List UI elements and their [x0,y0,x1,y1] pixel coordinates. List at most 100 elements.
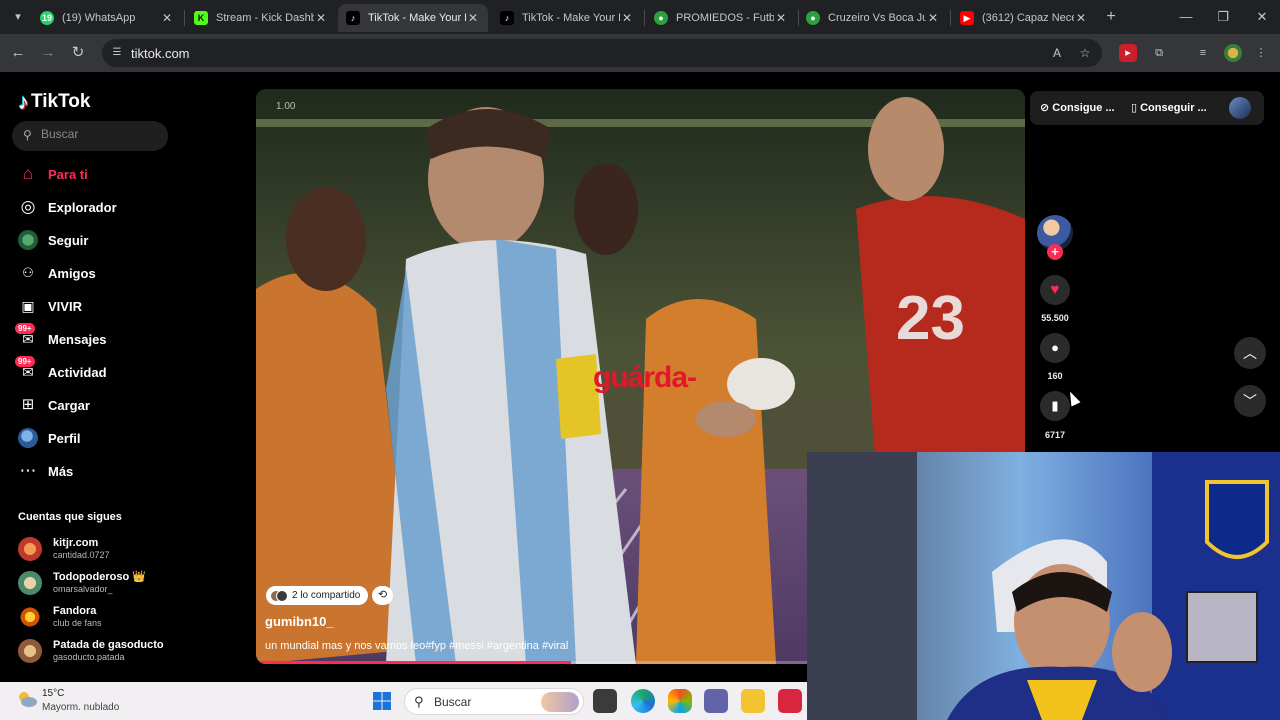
cloudy-weather-icon[interactable] [16,690,38,708]
nav-explorador[interactable]: ◎ Explorador [18,196,117,218]
minimize-icon[interactable]: — [1171,6,1201,28]
get-app-pill[interactable]: ▯ Conseguir ... [1131,101,1207,114]
search-box[interactable]: ⚲ [12,121,168,151]
compass-icon: ◎ [20,197,36,216]
tab-search-icon[interactable]: ▾ [6,6,30,28]
account-item[interactable]: Todopoderoso 👑 omarsalvador_ [18,568,146,598]
nav-perfil[interactable]: Perfil [18,427,81,449]
tiktok-logo[interactable]: ♪ TikTok [18,89,90,115]
nav-para-ti[interactable]: ⌂ Para ti [18,163,88,185]
close-window-icon[interactable]: ✕ [1247,6,1277,28]
nav-label: Perfil [48,430,81,446]
tab-cruzeiro-boca[interactable]: ● Cruzeiro Vs Boca Juniors ✕ [798,4,948,32]
repost-icon[interactable]: ⟲ [372,586,393,605]
copilot-icon[interactable] [668,689,692,713]
nav-label: VIVIR [48,298,82,314]
translate-icon[interactable]: A [1048,44,1066,62]
weather-description: Mayorm. nublado [42,702,120,713]
account-name: Fandora [53,605,97,617]
nav-cargar[interactable]: ⊞ Cargar [18,394,90,416]
get-coins-pill[interactable]: ⊘ Consigue ... [1040,101,1115,114]
nav-mensajes[interactable]: ✉ 99+ Mensajes [15,323,107,350]
nav-vivir[interactable]: ▣ VIVIR [18,295,82,317]
nav-amigos[interactable]: ⚇ Amigos [18,262,96,284]
forward-icon[interactable]: → [37,42,59,64]
account-handle: gasoducto.patada [53,652,125,662]
nav-seguir[interactable]: Seguir [18,229,88,251]
extension-red-icon[interactable]: ▸ [1119,44,1137,62]
teams-icon[interactable] [704,689,728,713]
search-input[interactable] [41,127,161,141]
restore-window-icon[interactable]: ❐ [1208,6,1238,28]
account-item[interactable]: Patada de gasoducto gasoducto.patada [18,636,164,666]
svg-text:23: 23 [896,284,965,353]
extensions-puzzle-icon[interactable]: ⧉ [1150,44,1168,62]
windows-start-icon[interactable] [370,689,394,713]
profile-avatar-icon[interactable] [1224,44,1242,62]
profile-avatar-icon [18,428,38,448]
like-count: 55.500 [1041,313,1069,323]
nav-label: Seguir [48,232,89,248]
video-time-label: 1.00 [276,101,296,112]
close-tab-icon[interactable]: ✕ [620,11,634,25]
search-highlight-icon [541,692,579,712]
close-tab-icon[interactable]: ✕ [466,11,480,25]
nav-actividad[interactable]: ✉ 99+ Actividad [15,356,107,383]
back-icon[interactable]: ← [7,42,29,64]
account-item[interactable]: Fandora club de fans [18,602,102,632]
taskbar-search-box[interactable]: ⚲ Buscar [404,688,584,715]
close-tab-icon[interactable]: ✕ [160,11,174,25]
media-controls-icon[interactable]: ≡ [1194,44,1212,62]
close-tab-icon[interactable]: ✕ [774,11,788,25]
tab-promiedos[interactable]: ● PROMIEDOS - Futbol ✕ [646,4,796,32]
close-tab-icon[interactable]: ✕ [1074,11,1088,25]
comment-icon[interactable]: ● [1040,333,1070,363]
pill-label: Conseguir ... [1140,102,1207,114]
nav-mas[interactable]: ⋯ Más [18,460,74,482]
menu-kebab-icon[interactable]: ⋮ [1252,44,1270,62]
previous-video-chevron-up-icon[interactable]: ︿ [1234,337,1266,369]
soccer-ball-icon: ● [806,11,820,25]
nav-label: Amigos [48,265,96,281]
account-item[interactable]: kitjr.com cantidad.0727 [18,534,110,564]
browser-toolbar: ← → ↻ ☰ tiktok.com A ☆ ▸ ⧉ ≡ ⋮ [0,34,1280,72]
taskbar-search-label: Buscar [434,695,472,709]
comment-count: 160 [1047,371,1063,381]
new-tab-button[interactable]: + [1102,7,1120,27]
address-bar[interactable]: ☰ tiktok.com A ☆ [102,39,1102,67]
tab-tiktok-active[interactable]: ♪ TikTok - Make Your Day ✕ [338,4,488,32]
reload-icon[interactable]: ↻ [67,42,89,64]
friends-icon: ⚇ [22,265,34,280]
next-video-chevron-down-icon[interactable]: ﹀ [1234,385,1266,417]
close-tab-icon[interactable]: ✕ [314,11,328,25]
follow-plus-icon[interactable]: + [1047,244,1063,260]
app-red-icon[interactable] [778,689,802,713]
tab-kick[interactable]: K Stream - Kick Dashboard ✕ [186,4,336,32]
file-explorer-icon[interactable] [741,689,765,713]
video-username[interactable]: gumibn10_ [265,614,334,629]
pill-label: Consigue ... [1052,102,1115,114]
close-tab-icon[interactable]: ✕ [926,11,940,25]
tab-title: TikTok - Make Your Day [522,12,620,24]
edge-browser-icon[interactable] [631,689,655,713]
tiktok-note-icon: ♪ [18,89,29,114]
youtube-icon: ▶ [960,11,974,25]
task-view-icon[interactable] [593,689,617,713]
home-icon: ⌂ [22,164,34,183]
nav-label: Mensajes [48,331,107,347]
site-info-icon[interactable]: ☰ [110,46,124,60]
bookmark-star-icon[interactable]: ☆ [1076,44,1094,62]
shared-by-chip[interactable]: 2 lo compartido [266,586,369,605]
tab-tiktok[interactable]: ♪ TikTok - Make Your Day ✕ [492,4,642,32]
search-icon: ⚲ [23,128,32,142]
user-avatar[interactable] [1229,97,1251,119]
nav-label: Más [48,463,74,479]
tab-whatsapp[interactable]: 19 (19) WhatsApp ✕ [32,4,182,32]
search-icon: ⚲ [414,694,424,709]
tab-youtube[interactable]: ▶ (3612) Capaz Necesito ✕ [952,4,1096,32]
account-handle: omarsalvador_ [53,584,113,594]
like-heart-icon[interactable]: ♥ [1040,275,1070,305]
windows-taskbar: 15°C Mayorm. nublado ⚲ Buscar [0,682,807,720]
activity-badge: 99+ [15,356,35,367]
tiktok-sidebar: ♪ TikTok ⚲ ⌂ Para ti ◎ Explorador Seguir… [0,72,240,682]
